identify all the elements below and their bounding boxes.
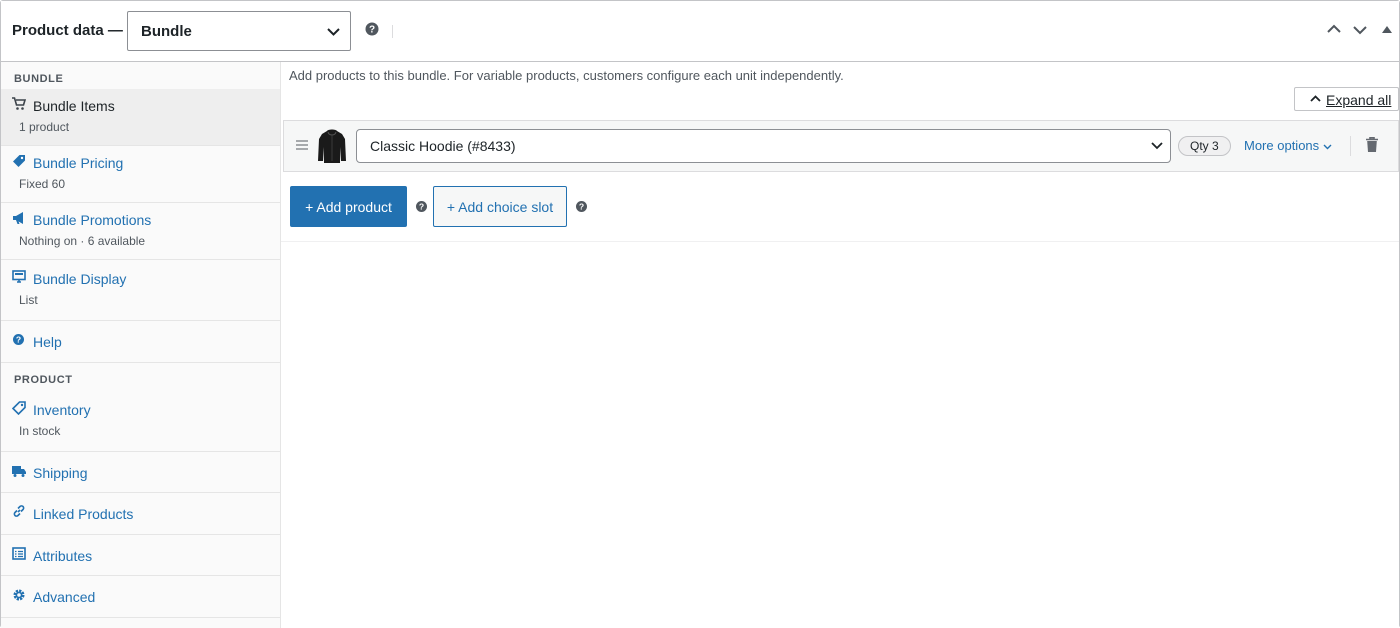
sidebar-item-label: Inventory [33,402,91,418]
truck-icon [12,466,26,477]
intro-text: Add products to this bundle. For variabl… [289,68,844,83]
chevron-down-icon [1151,142,1163,150]
sidebar-item-sub: In stock [19,424,61,438]
sidebar-item-advanced[interactable]: Advanced [1,576,280,618]
help-icon[interactable]: ? [365,22,379,36]
gear-icon [13,589,25,601]
panel-header: Product data — Bundle ? [1,1,1399,62]
monitor-icon [12,270,26,283]
section-label-bundle: BUNDLE [14,73,64,85]
product-data-tabs: BUNDLE Bundle Items 1 product Bundle Pri… [1,62,281,628]
sidebar-item-sub: List [19,293,38,307]
chevron-up-icon [1310,95,1321,102]
expand-all-button[interactable]: Expand all [1294,87,1399,111]
help-icon: ? [13,334,24,345]
drag-handle-icon[interactable] [296,140,308,150]
sidebar-item-label: Advanced [33,589,96,605]
chevron-down-icon [327,28,340,36]
bundled-item-row: Classic Hoodie (#8433) Qty 3 More option… [283,120,1399,172]
sidebar-item-label: Help [33,334,62,350]
toggle-panel-icon[interactable] [1382,26,1392,33]
bundled-product-value: Classic Hoodie (#8433) [370,138,516,154]
sidebar-item-bundle-display[interactable]: Bundle Display List [1,260,280,321]
svg-text:?: ? [16,335,21,345]
megaphone-icon [13,212,23,224]
tag-icon [13,155,25,167]
sidebar-item-inventory[interactable]: Inventory In stock [1,389,280,452]
product-type-select[interactable]: Bundle [127,11,351,51]
svg-text:?: ? [579,202,584,212]
sidebar-item-sub: 1 product [19,120,70,134]
sidebar-item-bundle-pricing[interactable]: Bundle Pricing Fixed 60 [1,146,280,203]
bundled-product-select[interactable]: Classic Hoodie (#8433) [356,129,1171,163]
chevron-down-icon[interactable] [1353,26,1367,35]
trash-icon[interactable] [1366,137,1378,152]
sidebar-item-bundle-promotions[interactable]: Bundle Promotions Nothing on · 6 availab… [1,203,280,260]
more-options-toggle[interactable]: More options [1244,138,1332,153]
sidebar-item-label: Bundle Display [33,271,127,287]
link-icon [13,505,25,517]
sidebar-item-sub: Fixed 60 [19,177,66,191]
sidebar-item-sub: Nothing on · 6 available [19,234,146,248]
sidebar-item-label: Bundle Items [33,98,115,114]
sidebar-item-bundle-items[interactable]: Bundle Items 1 product [1,89,280,146]
sidebar-item-linked-products[interactable]: Linked Products [1,493,280,535]
svg-text:?: ? [419,202,424,212]
sidebar-item-label: Attributes [33,548,93,564]
more-options-label: More options [1244,138,1320,153]
hoodie-thumbnail-icon [318,129,346,163]
svg-text:?: ? [369,25,375,36]
row-divider [1350,136,1351,156]
help-icon[interactable]: ? [416,201,427,212]
list-icon [12,547,26,560]
header-divider [392,25,393,38]
sidebar-item-label: Shipping [33,465,88,481]
product-type-value: Bundle [141,23,192,40]
sidebar-item-label: Bundle Promotions [33,212,152,228]
add-product-button[interactable]: + Add product [290,186,407,227]
cart-icon [12,97,26,110]
section-label-product: PRODUCT [14,374,73,386]
chevron-down-icon [1323,144,1332,150]
panel-title: Product data — [12,22,123,39]
chevron-up-icon[interactable] [1327,24,1341,33]
sidebar-item-label: Bundle Pricing [33,155,124,171]
product-data-panel: Product data — Bundle ? BUNDLE Bundle It… [0,0,1400,628]
add-choice-slot-button[interactable]: + Add choice slot [433,186,567,227]
inventory-tag-icon [12,401,26,415]
sidebar-item-help[interactable]: ? Help [1,321,280,363]
expand-all-label: Expand all [1326,92,1392,108]
qty-badge[interactable]: Qty 3 [1178,136,1231,156]
sidebar-item-attributes[interactable]: Attributes [1,535,280,576]
bundle-items-panel: Add products to this bundle. For variabl… [281,62,1399,628]
bundle-actions: + Add product ? + Add choice slot ? [281,172,1399,242]
help-icon[interactable]: ? [576,201,587,212]
sidebar-item-label: Linked Products [33,506,134,522]
sidebar-item-shipping[interactable]: Shipping [1,452,280,493]
